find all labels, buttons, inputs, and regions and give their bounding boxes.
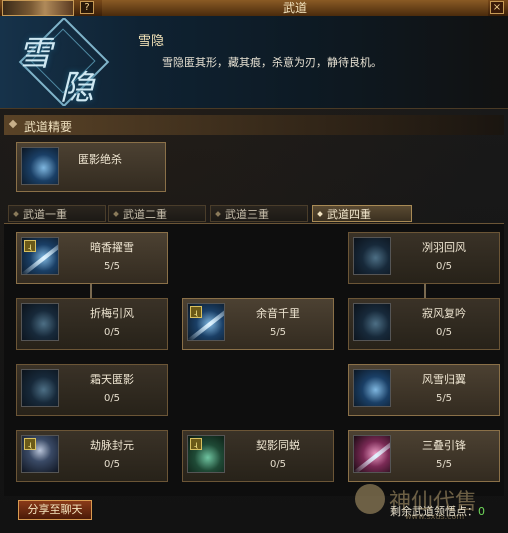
wudao-window: ? 武道 × 雪 隐 雪隐 雪隐匿其形，藏其痕，杀意为刃，静待良机。 武道精要 … — [0, 0, 508, 533]
ultimate-skill-slot[interactable]: 匿影绝杀 — [16, 142, 166, 192]
snow-wing-icon — [353, 369, 391, 407]
close-button[interactable]: × — [490, 1, 504, 14]
skill-name: 雪隐 — [138, 34, 165, 49]
skill-node[interactable]: 风雪归翼 5/5 — [348, 364, 500, 416]
shadow-shed-icon: ɻ — [187, 435, 225, 473]
tab-tier-4[interactable]: 武道四重 — [312, 205, 412, 222]
skill-node[interactable]: 冽羽回风 0/5 — [348, 232, 500, 284]
skill-count: 0/5 — [435, 327, 453, 338]
tab-tier-3[interactable]: 武道三重 — [210, 205, 308, 222]
skill-label: 风雪归翼 — [422, 373, 466, 386]
snow-blade-icon: ɻ — [21, 237, 59, 275]
ghost-blade-icon[interactable] — [21, 147, 59, 185]
watermark-seal-icon — [355, 484, 385, 514]
skill-tree: ɻ 暗香擢雪 5/5 冽羽回风 0/5 折梅引风 0/5 ɻ 余音千里 5/5 … — [4, 224, 504, 496]
skill-node[interactable]: 霜天匿影 0/5 — [16, 364, 168, 416]
player-avatar[interactable] — [2, 0, 74, 16]
skill-node[interactable]: ɻ 暗香擢雪 5/5 — [16, 232, 168, 284]
skill-label: 余音千里 — [256, 307, 300, 320]
title-bar: ? 武道 × — [0, 0, 508, 17]
skill-label: 暗香擢雪 — [90, 241, 134, 254]
skill-emblem: 雪 隐 — [4, 18, 124, 106]
skill-node[interactable]: 折梅引风 0/5 — [16, 298, 168, 350]
remaining-points-label: 剩余武道领悟点： — [390, 505, 478, 518]
section-title: 武道精要 — [24, 120, 73, 134]
skill-count: 5/5 — [435, 459, 453, 470]
skill-description: 雪隐匿其形，藏其痕，杀意为刃，静待良机。 — [162, 56, 382, 69]
tab-tier-2[interactable]: 武道二重 — [108, 205, 206, 222]
skill-label: 冽羽回风 — [422, 241, 466, 254]
section-header: 武道精要 — [4, 115, 504, 135]
emblem-char: 隐 — [60, 68, 94, 106]
tab-tier-1[interactable]: 武道一重 — [8, 205, 106, 222]
skill-label: 寂风复吟 — [422, 307, 466, 320]
ultimate-skill-label: 匿影绝杀 — [78, 153, 122, 166]
seal-figure-icon: ɻ — [21, 435, 59, 473]
echo-slash-icon: ɻ — [187, 303, 225, 341]
tree-connector — [424, 284, 426, 298]
skill-node[interactable]: 三叠引锋 5/5 — [348, 430, 500, 482]
skill-label: 劫脉封元 — [90, 439, 134, 452]
triple-edge-icon — [353, 435, 391, 473]
skill-count: 5/5 — [269, 327, 287, 338]
share-to-chat-button[interactable]: 分享至聊天 — [18, 500, 92, 520]
skill-count: 0/5 — [269, 459, 287, 470]
tree-connector — [90, 284, 92, 298]
skill-count: 0/5 — [103, 459, 121, 470]
remaining-points: 剩余武道领悟点：0 — [390, 503, 485, 519]
skill-header: 雪 隐 雪隐 雪隐匿其形，藏其痕，杀意为刃，静待良机。 — [0, 16, 508, 109]
skill-count: 5/5 — [103, 261, 121, 272]
skill-count: 0/5 — [435, 261, 453, 272]
skill-label: 折梅引风 — [90, 307, 134, 320]
skill-count: 0/5 — [103, 327, 121, 338]
skill-node[interactable]: ɻ 契影同蜕 0/5 — [182, 430, 334, 482]
diamond-bullet-icon — [8, 119, 18, 129]
window-title: 武道 — [102, 0, 488, 16]
remaining-points-value: 0 — [478, 505, 485, 518]
skill-node[interactable]: ɻ 余音千里 5/5 — [182, 298, 334, 350]
silent-wind-icon — [353, 303, 391, 341]
frost-shadow-icon — [21, 369, 59, 407]
skill-count: 5/5 — [435, 393, 453, 404]
skill-node[interactable]: ɻ 劫脉封元 0/5 — [16, 430, 168, 482]
tier-tabs: 武道一重 武道二重 武道三重 武道四重 — [4, 205, 504, 224]
emblem-char: 雪 — [18, 34, 52, 74]
feather-wind-icon — [353, 237, 391, 275]
skill-node[interactable]: 寂风复吟 0/5 — [348, 298, 500, 350]
skill-label: 契影同蜕 — [256, 439, 300, 452]
help-button[interactable]: ? — [80, 1, 94, 14]
plum-wind-icon — [21, 303, 59, 341]
skill-count: 0/5 — [103, 393, 121, 404]
skill-label: 三叠引锋 — [422, 439, 466, 452]
skill-label: 霜天匿影 — [90, 373, 134, 386]
